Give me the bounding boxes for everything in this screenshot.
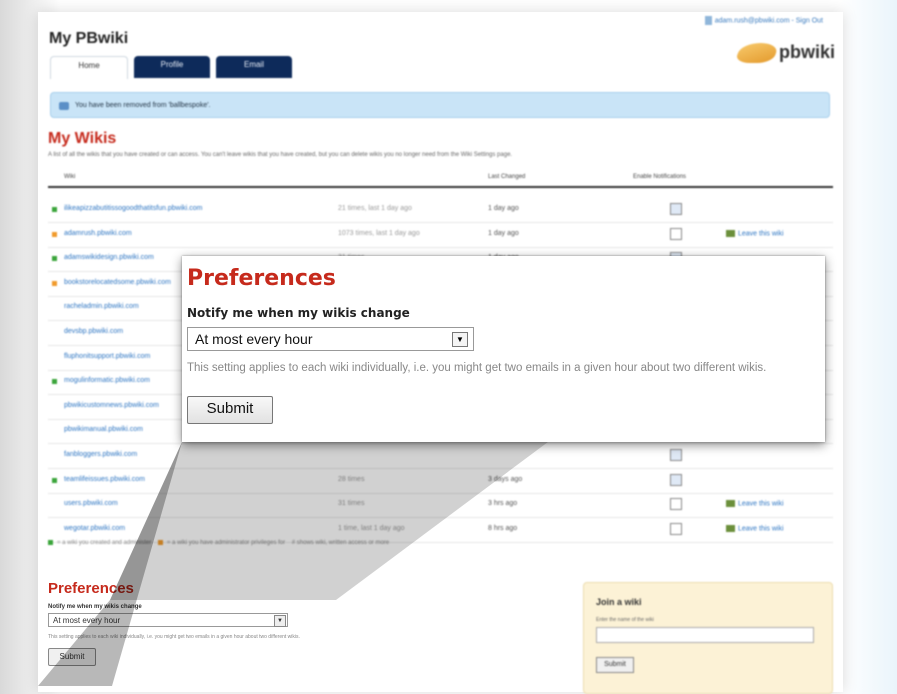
wiki-link[interactable]: mogulinformatic.pbwiki.com: [64, 377, 150, 384]
column-header-wiki: Wiki: [64, 174, 76, 180]
legend-green-swatch: [48, 540, 53, 545]
join-wiki-submit-button[interactable]: Submit: [596, 657, 634, 673]
leave-wiki-link[interactable]: Leave this wiki: [726, 500, 784, 508]
callout-preferences-heading: Preferences: [187, 266, 336, 291]
join-wiki-label: Enter the name of the wiki: [596, 617, 654, 623]
wiki-link[interactable]: fanbloggers.pbwiki.com: [64, 451, 137, 458]
wiki-status-dot: [52, 477, 57, 483]
wiki-link[interactable]: ilikeapizzabutitissogoodthatitsfun.pbwik…: [64, 205, 203, 212]
my-wikis-description: A list of all the wikis that you have cr…: [48, 152, 513, 158]
tab-profile[interactable]: Profile: [134, 56, 210, 78]
notice-text: You have been removed from 'ballbespoke'…: [75, 102, 211, 109]
notification-checkbox[interactable]: [670, 522, 682, 535]
preferences-section: Preferences Notify me when my wikis chan…: [48, 580, 568, 666]
wikis-legend: = a wiki you created and administer = a …: [48, 540, 389, 546]
main-tabs: Home Profile Email: [50, 56, 292, 79]
wiki-link[interactable]: adamrush.pbwiki.com: [64, 230, 132, 237]
brand-name: pbwiki: [778, 42, 835, 62]
join-wiki-input[interactable]: [596, 627, 814, 643]
wikis-table-header: Wiki Last Changed Enable Notifications: [48, 172, 833, 188]
user-line-text: adam.rush@pbwiki.com - Sign Out: [714, 17, 823, 25]
wiki-link[interactable]: devsbp.pbwiki.com: [64, 328, 123, 335]
notification-checkbox[interactable]: [670, 473, 682, 486]
notice-icon: [59, 102, 69, 110]
leave-wiki-label: Leave this wiki: [738, 525, 784, 533]
wiki-link[interactable]: pbwikimanual.pbwiki.com: [64, 426, 143, 433]
join-wiki-heading: Join a wiki: [596, 597, 642, 607]
leave-wiki-link[interactable]: Leave this wiki: [726, 524, 784, 533]
notice-banner: You have been removed from 'ballbespoke'…: [50, 92, 830, 118]
wiki-last-changed: 3 hrs ago: [488, 500, 518, 508]
wiki-link[interactable]: adamswikidesign.pbwiki.com: [64, 254, 154, 261]
notify-frequency-value: At most every hour: [53, 616, 121, 625]
chevron-down-icon[interactable]: ▼: [274, 615, 286, 627]
legend-orange-swatch: [157, 540, 163, 545]
chevron-down-icon[interactable]: ▼: [452, 332, 468, 347]
notify-label: Notify me when my wikis change: [48, 604, 142, 610]
callout-notify-help-text: This setting applies to each wiki indivi…: [187, 362, 767, 374]
join-wiki-box: Join a wiki Enter the name of the wiki S…: [583, 582, 833, 694]
preferences-submit-button[interactable]: Submit: [48, 648, 96, 666]
leave-wiki-link[interactable]: Leave this wiki: [726, 229, 784, 237]
site-title: My PBwiki: [49, 30, 129, 47]
callout-submit-button[interactable]: Submit: [187, 396, 273, 424]
wiki-activity: 21 times, last 1 day ago: [338, 205, 412, 212]
wiki-last-changed: 1 day ago: [488, 229, 519, 237]
callout-notify-frequency-select[interactable]: At most every hour ▼: [187, 327, 474, 351]
wiki-last-changed: 3 days ago: [488, 475, 523, 483]
notification-checkbox[interactable]: [670, 227, 682, 240]
leave-icon: [726, 500, 735, 508]
callout-notify-frequency-value: At most every hour: [195, 331, 313, 347]
wiki-activity: 1 time, last 1 day ago: [338, 524, 405, 532]
wiki-status-dot: [52, 231, 57, 237]
notification-checkbox[interactable]: [670, 498, 682, 511]
table-row: users.pbwiki.com 31 times 3 hrs ago Leave t…: [48, 493, 833, 519]
wiki-status-dot: [52, 280, 57, 286]
table-row: ilikeapizzabutitissogoodthatitsfun.pbwik…: [48, 198, 833, 223]
table-row: adamrush.pbwiki.com 1073 times, last 1 da…: [48, 223, 833, 248]
leave-wiki-label: Leave this wiki: [738, 500, 784, 508]
pbwiki-logo-icon: [734, 43, 780, 64]
user-account-link[interactable]: adam.rush@pbwiki.com - Sign Out: [704, 16, 823, 25]
wiki-activity: 28 times: [338, 475, 365, 483]
callout-notify-label: Notify me when my wikis change: [187, 306, 410, 320]
wiki-link[interactable]: teamlifeissues.pbwiki.com: [64, 476, 145, 483]
notification-checkbox[interactable]: [670, 449, 682, 461]
tab-email[interactable]: Email: [216, 56, 292, 78]
wiki-status-dot: [52, 379, 57, 385]
wiki-last-changed: 1 day ago: [488, 205, 519, 212]
my-wikis-heading: My Wikis: [48, 130, 117, 147]
notification-checkbox[interactable]: [670, 203, 682, 215]
pbwiki-logo[interactable]: pbwiki: [734, 42, 835, 64]
preferences-zoom-callout: Preferences Notify me when my wikis chan…: [182, 256, 825, 442]
leave-wiki-label: Leave this wiki: [738, 229, 784, 237]
column-header-notifications: Enable Notifications: [633, 174, 687, 180]
legend-orange-text: = a wiki you have administrator privileg…: [166, 540, 286, 547]
user-icon: [704, 16, 712, 25]
leave-icon: [726, 229, 735, 237]
legend-other-text: # shows wiki, written access or more: [291, 540, 390, 547]
column-header-last-changed: Last Changed: [488, 174, 526, 180]
wiki-status-dot: [52, 256, 57, 262]
notify-frequency-select[interactable]: At most every hour ▼: [48, 613, 288, 627]
table-row: teamlifeissues.pbwiki.com 28 times 3 days …: [48, 469, 833, 494]
leave-icon: [726, 524, 735, 532]
wiki-activity: 1073 times, last 1 day ago: [338, 229, 420, 237]
wiki-link[interactable]: wegotar.pbwiki.com: [64, 525, 125, 532]
table-row: fanbloggers.pbwiki.com: [48, 444, 833, 469]
wiki-link[interactable]: users.pbwiki.com: [64, 500, 118, 507]
wiki-status-dot: [52, 207, 57, 212]
wiki-link[interactable]: fluphonitsupport.pbwiki.com: [64, 353, 150, 360]
wiki-last-changed: 8 hrs ago: [488, 524, 518, 532]
preferences-heading: Preferences: [48, 580, 134, 597]
wiki-link[interactable]: bookstorelocatedsome.pbwiki.com: [64, 279, 171, 286]
legend-green-text: = a wiki you created and administer: [57, 540, 152, 547]
wiki-link[interactable]: racheladmin.pbwiki.com: [64, 303, 139, 310]
wiki-activity: 31 times: [338, 500, 365, 508]
wiki-link[interactable]: pbwikicustomnews.pbwiki.com: [64, 402, 159, 409]
tab-home[interactable]: Home: [50, 56, 128, 79]
notify-help-text: This setting applies to each wiki indivi…: [48, 634, 300, 640]
